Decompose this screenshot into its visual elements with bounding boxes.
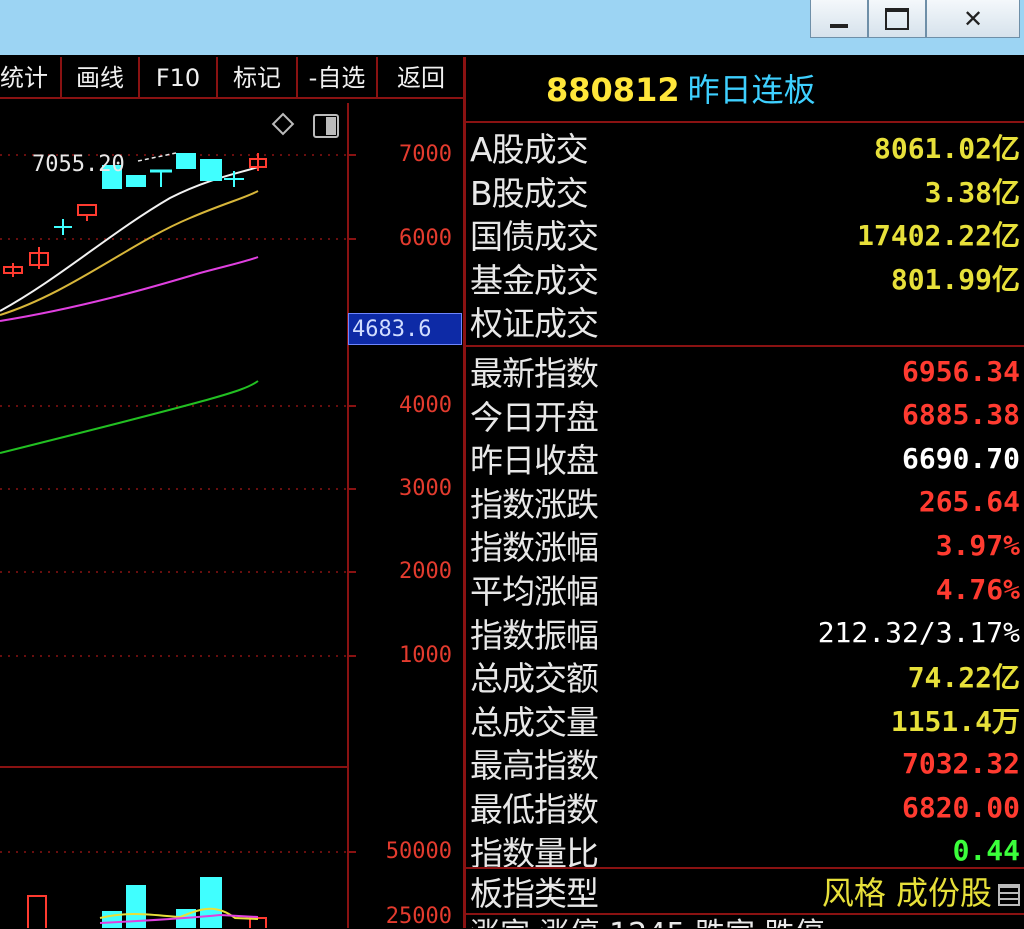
candle-up — [77, 204, 97, 216]
maximize-button[interactable] — [868, 0, 926, 38]
info-row: 最高指数 7032.32 — [470, 741, 1022, 785]
info-row: 总成交量 1151.4万 — [470, 698, 1022, 742]
high-price-label: 7055.20 — [32, 152, 125, 177]
info-row-label: 最高指数 — [470, 746, 599, 786]
info-row: 指数涨跌 265.64 — [470, 480, 1022, 524]
info-row-label: 基金成交 — [470, 260, 599, 300]
info-row: 最新指数 6956.34 — [470, 349, 1022, 393]
info-row-label: 国债成交 — [470, 217, 599, 257]
info-row-label: A股成交 — [470, 130, 589, 169]
info-row-label: 总成交额 — [470, 659, 599, 699]
info-row-label: 权证成交 — [470, 304, 599, 344]
info-row-value: 17402.22亿 — [857, 219, 1020, 253]
window-title-bar: ✕ — [0, 0, 1024, 55]
price-axis-separator — [347, 103, 349, 928]
volume-bar — [200, 877, 222, 928]
price-axis-label: 2000 — [399, 559, 452, 584]
info-row-label: 指数涨幅 — [470, 528, 599, 568]
info-row-value: 6690.70 — [901, 441, 1020, 475]
info-row-label: 平均涨幅 — [470, 572, 599, 611]
info-row-value: 212.32/3.17% — [817, 616, 1020, 650]
close-icon: ✕ — [962, 4, 984, 33]
candle-down — [176, 153, 196, 169]
info-row-label: 最新指数 — [470, 354, 599, 393]
info-row-value: 74.22亿 — [907, 661, 1020, 695]
tab-draw-line[interactable]: 画线 — [62, 57, 140, 99]
window-controls: ✕ — [810, 0, 1020, 40]
index-type-row: 板指类型 风格 成份股 — [470, 869, 1022, 913]
info-row-label: 今日开盘 — [470, 397, 599, 437]
info-row-label: 昨日收盘 — [470, 441, 599, 481]
info-row-value: 6885.38 — [901, 398, 1020, 432]
window-toggle-icon-fill — [326, 117, 336, 135]
maximize-icon — [885, 7, 909, 30]
index-type-value: 风格 成份股 — [822, 868, 1022, 914]
index-name: 昨日连板 — [687, 71, 816, 109]
ma60-line — [0, 380, 259, 454]
tab-back[interactable]: 返回 — [378, 57, 464, 99]
diamond-icon[interactable] — [271, 112, 295, 136]
info-row-value: 3.38亿 — [924, 175, 1020, 209]
price-axis-label: 3000 — [399, 476, 452, 501]
info-row-value: 7032.32 — [901, 746, 1020, 780]
info-row-value: 265.64 — [918, 485, 1020, 519]
index-info-panel: 880812 昨日连板 A股成交 8061.02亿 B股成交 3.38亿国债成交 1740… — [466, 57, 1024, 928]
volume-bar — [27, 895, 47, 928]
info-row: 今日开盘 6885.38 — [470, 393, 1022, 437]
index-code: 880812 — [546, 71, 680, 109]
price-axis-label: 4000 — [399, 393, 452, 418]
price-axis-label: 6000 — [399, 226, 452, 251]
info-row-label: 总成交量 — [470, 702, 599, 742]
info-row-value: 4.76% — [935, 572, 1020, 606]
list-icon[interactable] — [998, 884, 1020, 906]
tab-f10[interactable]: F10 — [140, 57, 218, 99]
info-row: 指数量比 0.44 — [470, 829, 1022, 873]
info-row-value: 801.99亿 — [890, 262, 1020, 296]
minimize-icon — [830, 23, 848, 28]
info-row-label: 最低指数 — [470, 790, 599, 829]
info-row-value: 6820.00 — [901, 790, 1020, 824]
volume-bar — [102, 911, 122, 928]
info-row: 指数涨幅 3.97% — [470, 523, 1022, 567]
info-row-label: B股成交 — [470, 173, 589, 213]
info-row-value: 3.97% — [935, 528, 1020, 562]
advance-decline-row: 涨家 涨停 1245 跌家 跌停 — [470, 915, 825, 928]
index-type-label: 板指类型 — [470, 874, 599, 913]
info-row-label: 指数涨跌 — [470, 484, 599, 524]
info-row: 昨日收盘 6690.70 — [470, 436, 1022, 480]
volume-axis-label: 25000 — [385, 904, 452, 929]
chart-toolbar: 统计 画线 F10 标记 -自选 返回 — [0, 57, 464, 101]
index-title: 880812 昨日连板 — [546, 65, 816, 111]
info-row: 总成交额 74.22亿 — [470, 654, 1022, 698]
info-row-value: 0.44 — [952, 834, 1020, 868]
info-row: 国债成交 17402.22亿 — [470, 212, 1022, 256]
price-axis-label: 1000 — [399, 643, 452, 668]
tab-watchlist[interactable]: -自选 — [298, 57, 378, 99]
info-row-value: 8061.02亿 — [873, 132, 1020, 165]
tab-mark[interactable]: 标记 — [218, 57, 298, 99]
volume-axis-label: 50000 — [385, 839, 452, 864]
info-row: 权证成交 — [470, 299, 1022, 343]
info-row-value: 1151.4万 — [890, 704, 1020, 738]
minimize-button[interactable] — [810, 0, 868, 38]
candle-down — [126, 175, 146, 187]
price-axis-label: 7000 — [399, 142, 452, 167]
info-row: 最低指数 6820.00 — [470, 785, 1022, 829]
close-button[interactable]: ✕ — [926, 0, 1020, 38]
tab-statistics[interactable]: 统计 — [0, 57, 62, 99]
candle-down — [200, 159, 222, 181]
current-price-tag: 4683.6 — [348, 313, 462, 345]
info-row: 指数振幅 212.32/3.17% — [470, 611, 1022, 655]
high-price-pointer — [137, 152, 177, 162]
info-row: 基金成交 801.99亿 — [470, 256, 1022, 300]
info-row: B股成交 3.38亿 — [470, 169, 1022, 213]
info-row: 平均涨幅 4.76% — [470, 567, 1022, 611]
info-row-value: 6956.34 — [901, 354, 1020, 388]
info-row-label: 指数振幅 — [470, 615, 599, 655]
info-row: A股成交 8061.02亿 — [470, 125, 1022, 169]
